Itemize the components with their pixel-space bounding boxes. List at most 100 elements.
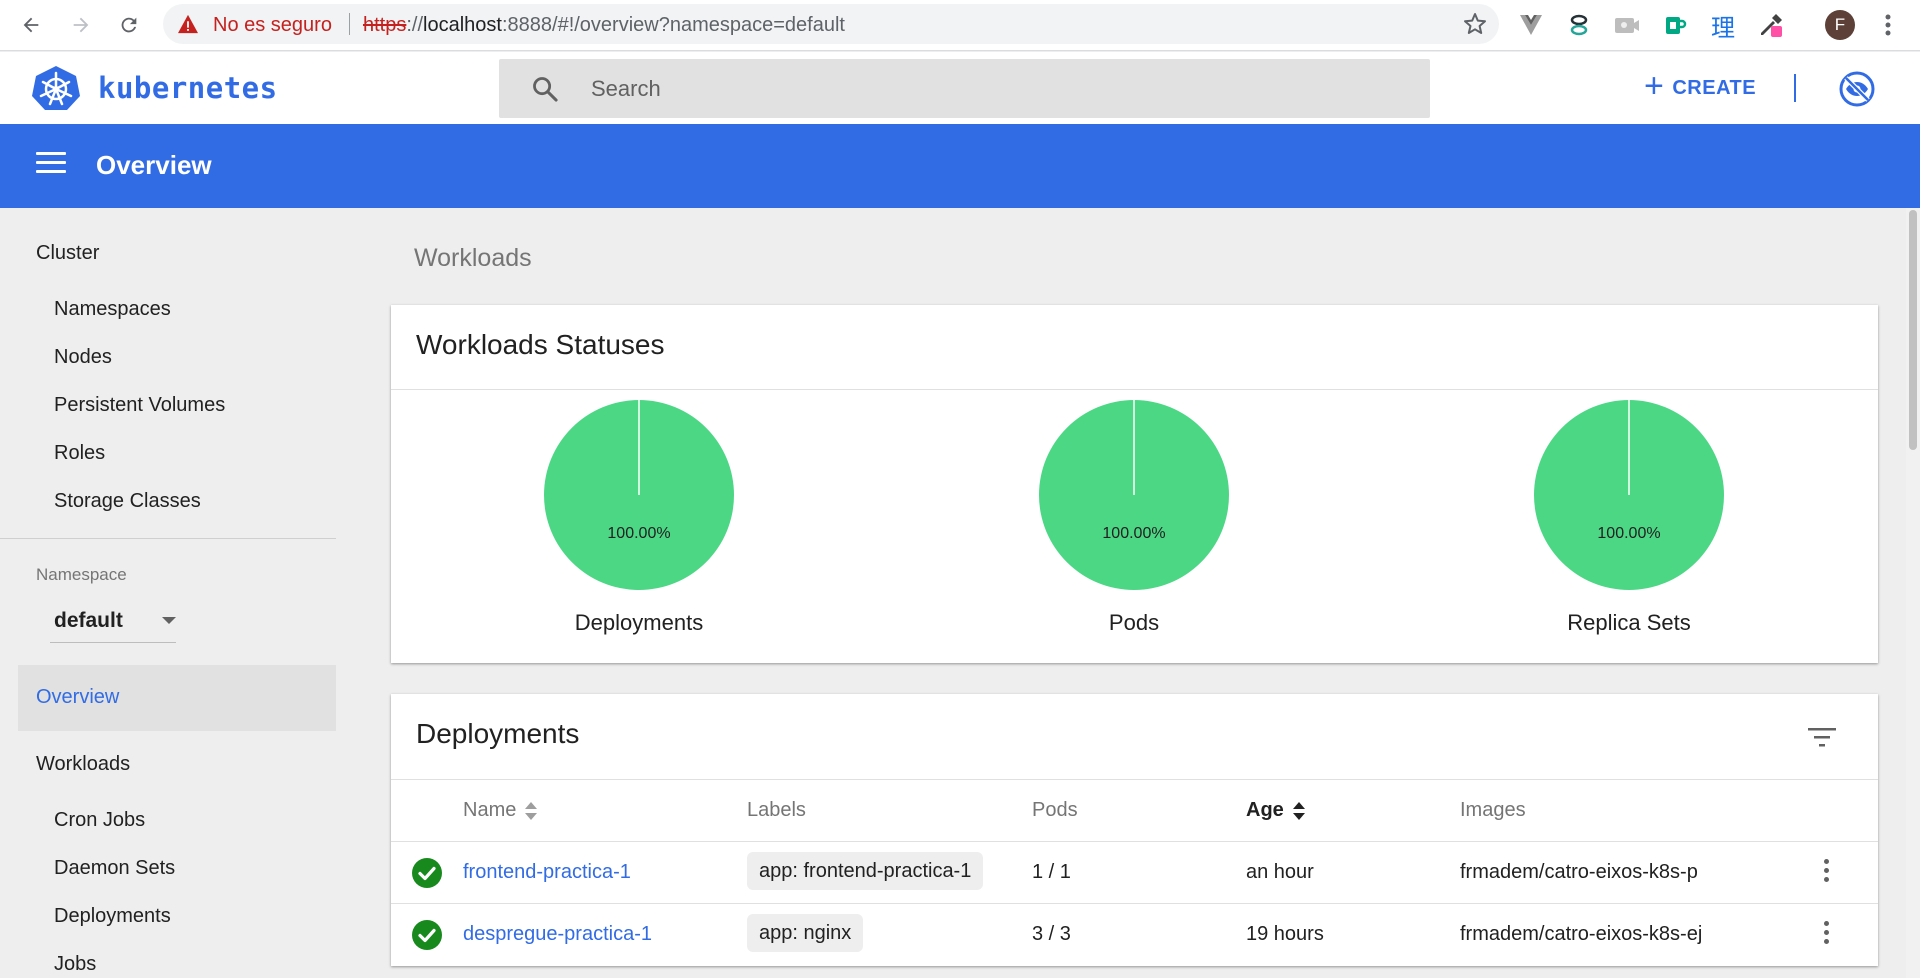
visibility-off-icon[interactable] <box>1838 70 1876 108</box>
pie-percent-label: 100.00% <box>1102 525 1166 542</box>
vue-icon <box>1520 15 1542 35</box>
page-title: Overview <box>96 150 212 180</box>
arrow-right-icon <box>73 17 89 33</box>
sidebar-item-jobs[interactable]: Jobs <box>54 953 96 976</box>
extension-vue-icon[interactable] <box>1517 11 1545 39</box>
card-divider <box>391 779 1878 780</box>
sidebar-divider <box>0 538 336 539</box>
pie-percent-label: 100.00% <box>1597 525 1661 542</box>
app-header: kubernetes + CREATE <box>0 52 1920 124</box>
search-input[interactable] <box>591 67 1391 111</box>
page-scrollbar[interactable] <box>1906 208 1920 978</box>
browser-chrome: No es seguro https://localhost:8888/#!/o… <box>0 0 1920 51</box>
filter-icon[interactable] <box>1806 724 1838 750</box>
search-box[interactable] <box>499 59 1430 118</box>
sidebar-item-roles[interactable]: Roles <box>54 442 105 465</box>
pie-chart-pods <box>1039 400 1229 590</box>
sort-icon <box>1292 801 1305 820</box>
sidebar-nav: Cluster Namespaces Nodes Persistent Volu… <box>0 208 336 978</box>
table-row: despregue-practica-1 app: nginx 3 / 3 19… <box>391 904 1878 966</box>
column-header-labels: Labels <box>747 799 806 822</box>
cup-icon <box>1666 17 1687 34</box>
pods-count: 3 / 3 <box>1032 923 1071 945</box>
omnibox-separator <box>349 13 350 35</box>
age-value: 19 hours <box>1246 923 1324 945</box>
plus-icon: + <box>1644 67 1665 105</box>
pods-count: 1 / 1 <box>1032 861 1071 883</box>
kubernetes-logo-icon[interactable] <box>32 65 80 111</box>
column-header-label: Age <box>1246 799 1284 821</box>
image-value: frmadem/catro-eixos-k8s-p <box>1460 861 1698 883</box>
insecure-label: No es seguro <box>213 14 332 36</box>
card-title: Workloads Statuses <box>416 329 665 360</box>
create-button[interactable]: + CREATE <box>1644 67 1757 106</box>
scrollbar-thumb[interactable] <box>1909 210 1917 450</box>
extension-eyedropper-icon[interactable] <box>1757 11 1785 39</box>
label-chip: app: frontend-practica-1 <box>747 852 984 890</box>
pie-caption: Deployments <box>574 610 704 635</box>
hamburger-menu-icon[interactable] <box>36 152 66 176</box>
row-actions-menu-icon[interactable] <box>1821 921 1831 949</box>
pie-chart-replica-sets <box>1534 400 1724 590</box>
column-header-name[interactable]: Name <box>463 799 538 822</box>
check-circle-icon <box>412 858 442 888</box>
namespace-value: default <box>54 609 123 632</box>
sort-icon <box>525 801 538 820</box>
card-divider <box>391 389 1878 390</box>
namespace-label: Namespace <box>36 565 127 584</box>
sidebar-item-deployments[interactable]: Deployments <box>54 905 171 928</box>
sidebar-item-persistent-volumes[interactable]: Persistent Volumes <box>54 394 225 417</box>
deployment-name-link[interactable]: despregue-practica-1 <box>463 923 652 946</box>
profile-avatar[interactable]: F <box>1825 10 1855 40</box>
sidebar-item-label: Overview <box>36 686 120 708</box>
sidebar-heading-cluster[interactable]: Cluster <box>36 242 99 265</box>
sidebar-item-namespaces[interactable]: Namespaces <box>54 298 171 321</box>
sidebar-item-nodes[interactable]: Nodes <box>54 346 112 369</box>
deployment-name-link[interactable]: frontend-practica-1 <box>463 861 631 884</box>
address-bar[interactable]: No es seguro https://localhost:8888/#!/o… <box>163 4 1499 44</box>
sidebar-heading-workloads[interactable]: Workloads <box>36 753 130 776</box>
deployments-card: Deployments Name Labels Pods Age Images … <box>391 694 1878 966</box>
workloads-statuses-card: Workloads Statuses 100.00% Deployments 1… <box>391 305 1878 663</box>
reload-button[interactable] <box>114 10 144 40</box>
column-header-label: Pods <box>1032 799 1078 821</box>
column-header-label: Name <box>463 799 517 821</box>
section-title-workloads: Workloads <box>414 244 532 272</box>
url-separator: :// <box>406 14 424 36</box>
column-header-age[interactable]: Age <box>1246 799 1306 822</box>
appbar-divider <box>1794 74 1796 102</box>
url-host: localhost <box>423 14 502 36</box>
back-button[interactable] <box>16 10 46 40</box>
extension-kanji-icon[interactable]: 理 <box>1709 11 1737 42</box>
column-header-label: Labels <box>747 799 806 821</box>
row-actions-menu-icon[interactable] <box>1821 859 1831 887</box>
pie-percent-label: 100.00% <box>607 525 671 542</box>
check-circle-icon <box>412 920 442 950</box>
sidebar-item-cron-jobs[interactable]: Cron Jobs <box>54 809 145 832</box>
url-path: :8888/#!/overview?namespace=default <box>501 14 845 36</box>
age-value: an hour <box>1246 861 1314 883</box>
card-title: Deployments <box>416 718 580 749</box>
pie-caption: Pods <box>1108 610 1160 635</box>
warning-icon <box>178 14 198 34</box>
search-icon <box>533 77 558 102</box>
sidebar-item-storage-classes[interactable]: Storage Classes <box>54 490 201 513</box>
app-logo-text[interactable]: kubernetes <box>98 71 278 105</box>
extension-link-icon[interactable] <box>1565 11 1593 39</box>
create-label: CREATE <box>1672 76 1757 99</box>
browser-menu-button[interactable] <box>1874 11 1902 39</box>
bookmark-star-icon[interactable] <box>1463 12 1487 36</box>
extension-cup-icon[interactable] <box>1661 11 1689 39</box>
sidebar-item-overview[interactable]: Overview <box>18 665 336 731</box>
column-header-label: Images <box>1460 799 1526 821</box>
label-chip: app: nginx <box>747 914 864 952</box>
pie-caption: Replica Sets <box>1567 610 1691 635</box>
sidebar-item-daemon-sets[interactable]: Daemon Sets <box>54 857 175 880</box>
forward-button[interactable] <box>66 10 96 40</box>
url-scheme: https <box>363 14 407 36</box>
camera-icon <box>1615 18 1639 33</box>
column-header-pods: Pods <box>1032 799 1078 822</box>
more-vertical-icon <box>1885 14 1891 36</box>
namespace-select[interactable]: default <box>50 601 176 643</box>
extension-camera-icon[interactable] <box>1613 11 1641 39</box>
